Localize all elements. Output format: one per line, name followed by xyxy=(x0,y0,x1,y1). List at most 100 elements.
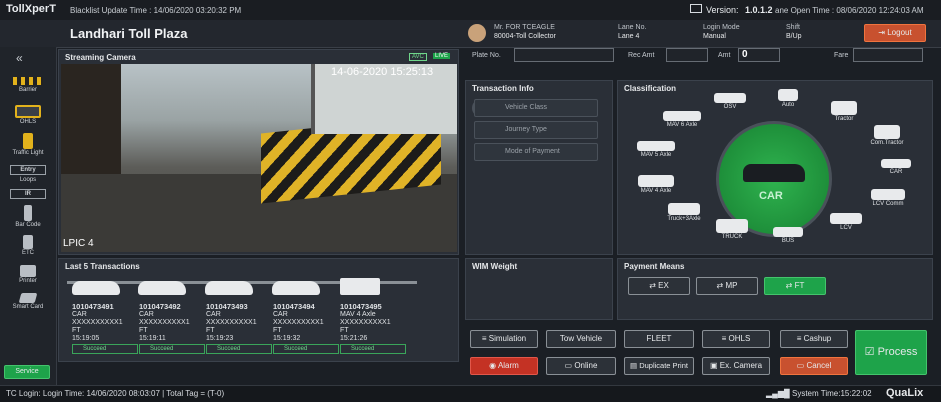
swap-icon: ⇄ xyxy=(716,281,724,290)
camera-timestamp: 14-06-2020 15:25:13 xyxy=(331,66,434,78)
shift: B/Up xyxy=(786,33,802,40)
tx4-car-icon xyxy=(272,281,320,295)
com-tractor-icon xyxy=(874,125,900,139)
online-button[interactable]: ▭ Online xyxy=(546,357,616,375)
login-mode-label: Login Mode xyxy=(703,24,740,31)
sidebar-item-entry[interactable]: Entry xyxy=(2,165,54,175)
swap-icon: ⇄ xyxy=(649,281,656,290)
class-truck[interactable]: TRUCK xyxy=(712,219,752,240)
footer-login-info: TC Login: Login Time: 14/06/2020 08:03:0… xyxy=(6,389,225,398)
entry-badge: Entry xyxy=(10,165,46,175)
class-mav6[interactable]: MAV 6 Axle xyxy=(660,111,704,128)
sidebar-item-etc[interactable]: ETC xyxy=(2,235,54,256)
sidebar-item-traffic-light[interactable]: Traffic Light xyxy=(2,133,54,156)
user-name: Mr. FOR TCEAGLE xyxy=(494,24,555,31)
blacklist-update-time: Blacklist Update Time : 14/06/2020 03:20… xyxy=(70,6,242,15)
sidebar-item-loops[interactable]: Loops xyxy=(2,177,54,183)
sidebar-item-bar-code[interactable]: Bar Code xyxy=(2,205,54,228)
login-mode: Manual xyxy=(703,33,726,40)
class-mav5[interactable]: MAV 5 Axle xyxy=(634,141,678,158)
class-mav4[interactable]: MAV 4 Axle xyxy=(634,175,678,194)
mav4-icon xyxy=(638,175,674,187)
sidebar-item-barrier[interactable]: Barrier xyxy=(2,77,54,93)
tx-item-5[interactable]: 1010473495 MAV 4 Axle XXXXXXXXXX1 FT 15:21:2… xyxy=(340,303,406,354)
osv-icon xyxy=(714,93,746,103)
tow-vehicle-button[interactable]: Tow Vehicle xyxy=(546,330,616,348)
selected-class-label: CAR xyxy=(759,190,783,202)
qualix-logo: QuaLix xyxy=(886,387,924,399)
smart-card-icon xyxy=(18,293,38,303)
pay-ex-button[interactable]: ⇄ EX xyxy=(628,277,690,295)
rec-amt-label: Rec Amt xyxy=(628,52,655,59)
tx-item-3[interactable]: 1010473493 CAR XXXXXXXXXX1 FT 15:19:23 Succee… xyxy=(206,303,272,354)
wim-weight-panel: WIM Weight xyxy=(465,258,613,320)
rec-amt-input[interactable] xyxy=(666,48,708,62)
ohls-button[interactable]: ≡ OHLS xyxy=(702,330,770,348)
payment-mode-field[interactable]: Mode of Payment xyxy=(474,143,598,161)
list-icon: ≡ xyxy=(721,334,727,343)
live-badge: LIVE xyxy=(433,53,451,59)
sidebar-item-ir[interactable]: IR xyxy=(2,189,54,199)
tx-item-1[interactable]: 1010473491 CAR XXXXXXXXXX1 FT 15:19:05 Succee… xyxy=(72,303,138,354)
sidebar-item-smart-card[interactable]: Smart Card xyxy=(2,293,54,310)
service-button[interactable]: Service xyxy=(4,365,50,379)
lane-open-time: ane Open Time : 08/06/2020 12:24:03 AM xyxy=(775,6,924,15)
header-bar: Landhari Toll Plaza Mr. FOR TCEAGLE 8000… xyxy=(0,20,941,48)
top-bar: TollXperT Blacklist Update Time : 14/06/… xyxy=(0,0,941,21)
swap-icon: ⇄ xyxy=(785,281,793,290)
classification-title: Classification xyxy=(624,84,677,93)
vehicle-class-field[interactable]: Vehicle Class xyxy=(474,99,598,117)
alarm-button[interactable]: ◉ Alarm xyxy=(470,357,538,375)
barrier-icon xyxy=(13,77,43,85)
class-auto[interactable]: Auto xyxy=(768,89,808,108)
logout-button[interactable]: ⇥ Logout xyxy=(864,24,926,42)
avc-badge: AVC xyxy=(409,53,427,61)
mav5-icon xyxy=(637,141,675,151)
auto-icon xyxy=(778,89,798,101)
sidebar-item-ohls[interactable]: OHLS xyxy=(2,105,54,125)
car-icon-small xyxy=(881,159,911,168)
print-icon: ▤ xyxy=(630,361,638,370)
journey-type-field[interactable]: Journey Type xyxy=(474,121,598,139)
class-lcv-comm[interactable]: LCV Comm xyxy=(862,189,914,207)
duplicate-print-button[interactable]: ▤ Duplicate Print xyxy=(624,357,694,375)
fare-input[interactable] xyxy=(853,48,923,62)
ex-camera-button[interactable]: ▣ Ex. Camera xyxy=(702,357,770,375)
class-car[interactable]: CAR xyxy=(876,159,916,175)
class-osv[interactable]: OSV xyxy=(710,93,750,110)
fleet-button[interactable]: FLEET xyxy=(624,330,694,348)
pay-mp-button[interactable]: ⇄ MP xyxy=(696,277,758,295)
cashup-button[interactable]: ≡ Cashup xyxy=(780,330,848,348)
amt-input[interactable]: 0 xyxy=(738,48,780,62)
class-tractor[interactable]: Tractor xyxy=(824,101,864,122)
mav6-icon xyxy=(663,111,701,121)
cancel-button[interactable]: ▭ Cancel xyxy=(780,357,848,375)
succeed-badge: Succeed xyxy=(72,344,138,354)
version-value: 1.0.1.2 xyxy=(745,5,773,15)
tx-item-2[interactable]: 1010473492 CAR XXXXXXXXXX1 FT 15:19:11 Succee… xyxy=(139,303,205,354)
sidebar-item-printer[interactable]: Printer xyxy=(2,265,54,284)
lcv-comm-icon xyxy=(871,189,905,200)
user-role: 80004-Toll Collector xyxy=(494,33,556,40)
classification-panel: Classification CAR OSV Auto MAV 6 Axle T… xyxy=(617,80,933,255)
monitor-icon xyxy=(690,4,702,13)
online-icon: ▭ xyxy=(564,361,573,370)
cancel-icon: ▭ xyxy=(796,361,805,370)
alarm-icon: ◉ xyxy=(489,361,497,370)
class-com-tractor[interactable]: Com.Tractor xyxy=(862,125,912,146)
plate-no-input[interactable] xyxy=(514,48,614,62)
process-button[interactable]: ☑ Process xyxy=(855,330,927,375)
camera-feed: 14-06-2020 15:25:13 LPIC 4 xyxy=(61,64,457,252)
succeed-badge: Succeed xyxy=(340,344,406,354)
list-icon: ≡ xyxy=(796,334,802,343)
class-bus[interactable]: BUS xyxy=(768,227,808,244)
collapse-icon[interactable]: « xyxy=(16,51,23,65)
class-truck-3axle[interactable]: Truck+3Axle xyxy=(660,203,708,222)
tx-item-4[interactable]: 1010473494 CAR XXXXXXXXXX1 FT 15:19:32 Succee… xyxy=(273,303,339,354)
class-lcv[interactable]: LCV xyxy=(826,213,866,231)
camera-icon: ▣ xyxy=(709,361,718,370)
succeed-badge: Succeed xyxy=(273,344,339,354)
shift-label: Shift xyxy=(786,24,801,31)
simulation-button[interactable]: ≡ Simulation xyxy=(470,330,538,348)
pay-ft-button[interactable]: ⇄ FT xyxy=(764,277,826,295)
